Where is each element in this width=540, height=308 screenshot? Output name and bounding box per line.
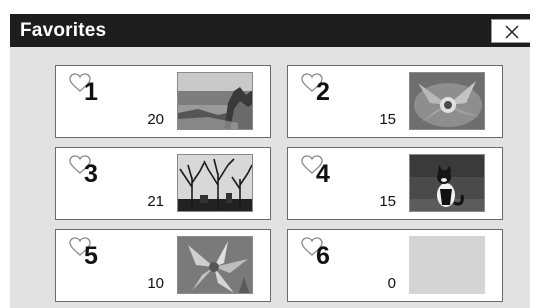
favorite-tile-3[interactable]: 3 21 bbox=[55, 147, 271, 220]
favorite-tile-2[interactable]: 2 15 bbox=[287, 65, 503, 138]
favorite-number: 4 bbox=[316, 160, 330, 188]
dialog-title: Favorites bbox=[20, 20, 107, 41]
favorite-tile-4[interactable]: 4 15 bbox=[287, 147, 503, 220]
item-count: 15 bbox=[379, 111, 396, 128]
favorites-dialog: Favorites 1 20 2 15 3 21 4 15 5 10 6 0 bbox=[10, 14, 530, 308]
favorite-tile-1[interactable]: 1 20 bbox=[55, 65, 271, 138]
flower-closeup-thumbnail bbox=[409, 72, 485, 130]
coastal-cliff-thumbnail bbox=[177, 72, 253, 130]
favorite-number: 1 bbox=[84, 78, 98, 106]
item-count: 20 bbox=[147, 111, 164, 128]
favorite-number: 6 bbox=[316, 242, 330, 270]
favorite-number: 5 bbox=[84, 242, 98, 270]
favorite-number: 2 bbox=[316, 78, 330, 106]
favorite-tile-6[interactable]: 6 0 bbox=[287, 229, 503, 302]
close-icon bbox=[505, 25, 519, 39]
item-count: 15 bbox=[379, 193, 396, 210]
item-count: 0 bbox=[387, 275, 396, 292]
cat-thumbnail bbox=[409, 154, 485, 212]
favorite-tile-5[interactable]: 5 10 bbox=[55, 229, 271, 302]
title-bar: Favorites bbox=[10, 14, 530, 47]
close-button[interactable] bbox=[491, 19, 530, 43]
bare-trees-thumbnail bbox=[177, 154, 253, 212]
lily-flower-thumbnail bbox=[177, 236, 253, 294]
item-count: 10 bbox=[147, 275, 164, 292]
empty-thumbnail bbox=[409, 236, 485, 294]
favorite-number: 3 bbox=[84, 160, 98, 188]
item-count: 21 bbox=[147, 193, 164, 210]
